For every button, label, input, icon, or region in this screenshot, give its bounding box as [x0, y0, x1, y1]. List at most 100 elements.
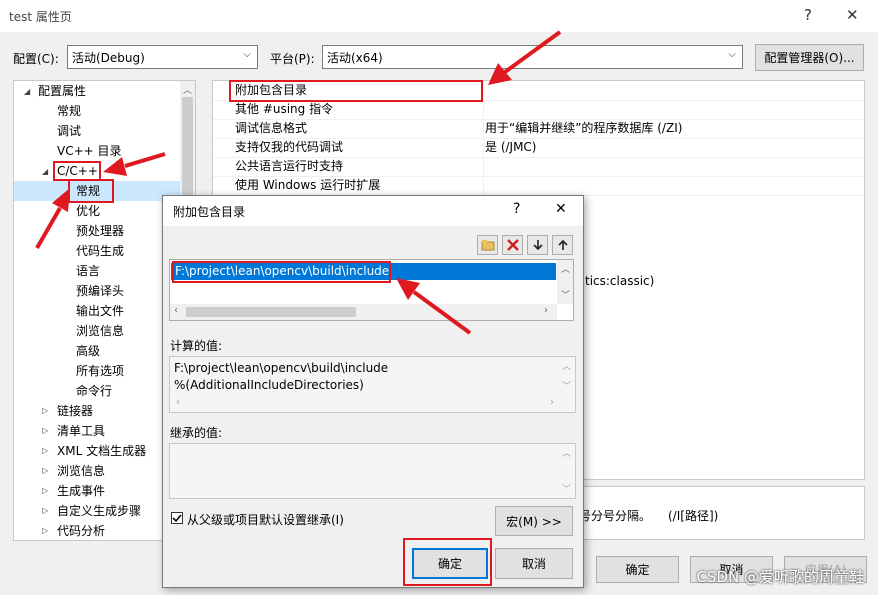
tree-item-node[interactable]: 自定义生成步骤	[57, 501, 141, 521]
tree-item-cpp-child[interactable]: 浏览信息	[76, 321, 124, 341]
platform-label: 平台(P):	[270, 52, 315, 66]
inherit-checkbox[interactable]	[171, 512, 183, 524]
annotation-box-cpp	[53, 161, 101, 181]
move-down-button[interactable]	[527, 235, 548, 255]
tree-item-node[interactable]: XML 文档生成器	[57, 441, 146, 461]
chevron-up-icon: ︿	[183, 86, 193, 96]
config-select-value: 活动(Debug)	[72, 50, 145, 65]
description-text: 号分号分隔。	[579, 509, 652, 523]
dialog-title-bar: 附加包含目录 ? ✕	[163, 196, 583, 226]
folder-new-icon	[481, 240, 494, 251]
computed-value-1: F:\project\lean\opencv\build\include	[174, 361, 389, 375]
checkmark-icon	[172, 514, 182, 523]
property-row[interactable]: 调试信息格式 用于“编辑并继续”的程序数据库 (/ZI)	[213, 119, 864, 139]
help-button[interactable]: ?	[804, 6, 812, 24]
property-row[interactable]: 支持仅我的代码调试 是 (/JMC)	[213, 138, 864, 158]
watermark: CSDN @爱听歌的周童鞋	[696, 568, 864, 586]
annotation-box-general	[68, 179, 114, 203]
chevron-down-icon: ⌵	[243, 49, 251, 60]
tree-item-cpp-child[interactable]: 代码生成	[76, 241, 124, 261]
annotation-box-entry	[172, 261, 391, 283]
dialog-title: 附加包含目录	[173, 205, 246, 219]
chevron-down-icon: ﹀	[562, 485, 572, 495]
annotation-box-additional-include	[229, 80, 483, 102]
tree-item-cpp-child[interactable]: 预编译头	[76, 281, 124, 301]
property-row[interactable]: 公共语言运行时支持	[213, 157, 864, 177]
tree-item-vcpp-dirs[interactable]: VC++ 目录	[57, 141, 122, 161]
close-button[interactable]: ✕	[846, 6, 859, 24]
collapsed-icon[interactable]: ▷	[42, 486, 48, 495]
ok-button[interactable]: 确定	[596, 556, 679, 583]
collapsed-icon[interactable]: ▷	[42, 426, 48, 435]
dialog-help-button[interactable]: ?	[513, 201, 520, 217]
tree-item-node[interactable]: 代码分析	[57, 521, 105, 540]
tree-item-node[interactable]: 浏览信息	[57, 461, 105, 481]
tree-item-cpp-child[interactable]: 优化	[76, 201, 100, 221]
chevron-left-icon: ‹	[176, 397, 180, 408]
tree-item-debugging[interactable]: 调试	[57, 121, 81, 141]
additional-include-dialog: 附加包含目录 ? ✕ F:\project\lean\opencv\build\…	[162, 195, 584, 588]
property-name: 其他 #using 指令	[235, 102, 334, 116]
chevron-down-icon: ﹀	[561, 291, 571, 301]
computed-value-2: %(AdditionalIncludeDirectories)	[174, 378, 364, 392]
chevron-down-icon: ⌵	[728, 49, 736, 60]
tree-item-cpp-child[interactable]: 语言	[76, 261, 100, 281]
collapsed-icon[interactable]: ▷	[42, 506, 48, 515]
config-manager-button[interactable]: 配置管理器(O)...	[755, 44, 864, 71]
tree-item-general[interactable]: 常规	[57, 101, 81, 121]
chevron-left-icon: ‹	[174, 305, 178, 316]
arrow-down-icon	[532, 240, 543, 251]
collapsed-icon[interactable]: ▷	[42, 526, 48, 535]
property-name: 支持仅我的代码调试	[235, 140, 344, 154]
tree-item-node[interactable]: 链接器	[57, 401, 93, 421]
tree-item-cpp-child[interactable]: 命令行	[76, 381, 112, 401]
property-row[interactable]: 使用 Windows 运行时扩展	[213, 176, 864, 196]
property-value-partial: tics:classic)	[585, 274, 655, 288]
move-up-button[interactable]	[552, 235, 573, 255]
chevron-right-icon: ›	[550, 397, 554, 408]
tree-item-config-props[interactable]: 配置属性	[38, 81, 86, 101]
annotation-box-ok	[403, 538, 492, 586]
property-row[interactable]: 其他 #using 指令	[213, 100, 864, 120]
tree-item-cpp-child[interactable]: 高级	[76, 341, 100, 361]
delete-button[interactable]	[502, 235, 523, 255]
config-label: 配置(C):	[13, 52, 59, 66]
tree-item-cpp-child[interactable]: 输出文件	[76, 301, 124, 321]
inherit-checkbox-label[interactable]: 从父级或项目默认设置继承(I)	[187, 511, 344, 528]
property-name: 使用 Windows 运行时扩展	[235, 178, 381, 192]
title-bar: test 属性页 ? ✕	[0, 0, 878, 32]
chevron-up-icon: ︿	[561, 265, 571, 275]
tree-item-node[interactable]: 生成事件	[57, 481, 105, 501]
inherited-values-box: ︿ ﹀	[169, 443, 576, 499]
property-value: 用于“编辑并继续”的程序数据库 (/ZI)	[485, 121, 683, 135]
new-line-button[interactable]	[477, 235, 498, 255]
expanded-icon: ◢	[42, 167, 49, 176]
collapsed-icon[interactable]: ▷	[42, 446, 48, 455]
property-value: 是 (/JMC)	[485, 140, 537, 154]
chevron-up-icon: ︿	[562, 449, 572, 459]
chevron-down-icon: ﹀	[562, 382, 572, 392]
window-title: test 属性页	[9, 10, 72, 24]
platform-select-value: 活动(x64)	[327, 50, 383, 65]
property-name: 调试信息格式	[235, 121, 308, 135]
collapsed-icon[interactable]: ▷	[42, 466, 48, 475]
chevron-right-icon: ›	[544, 305, 548, 316]
expanded-icon: ◢	[24, 87, 31, 96]
macros-button[interactable]: 宏(M) >>	[495, 506, 573, 536]
platform-select[interactable]: 活动(x64) ⌵	[322, 45, 743, 69]
entries-vscroll[interactable]: ︿ ﹀	[557, 260, 573, 304]
computed-values-box: F:\project\lean\opencv\build\include %(A…	[169, 356, 576, 413]
property-name: 公共语言运行时支持	[235, 159, 344, 173]
config-select[interactable]: 活动(Debug) ⌵	[67, 45, 258, 69]
tree-item-node[interactable]: 清单工具	[57, 421, 105, 441]
delete-icon	[506, 239, 519, 251]
inherited-label: 继承的值:	[170, 426, 223, 440]
dialog-cancel-button[interactable]: 取消	[495, 548, 573, 579]
tree-item-cpp-child[interactable]: 所有选项	[76, 361, 124, 381]
hscroll-thumb[interactable]	[186, 307, 356, 317]
dialog-close-button[interactable]: ✕	[555, 201, 567, 217]
chevron-up-icon: ︿	[562, 362, 572, 372]
entries-hscroll[interactable]: ‹ ›	[170, 304, 557, 320]
tree-item-cpp-child[interactable]: 预处理器	[76, 221, 124, 241]
collapsed-icon[interactable]: ▷	[42, 406, 48, 415]
